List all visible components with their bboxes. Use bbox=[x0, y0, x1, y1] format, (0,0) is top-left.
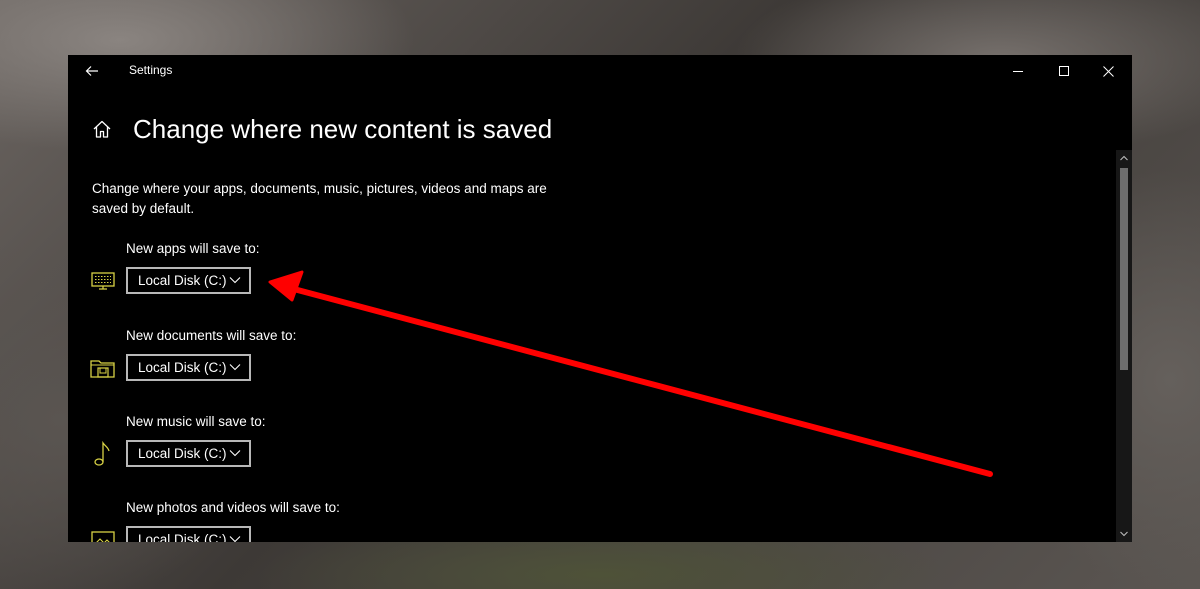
maximize-icon bbox=[1059, 66, 1069, 76]
chevron-down-icon bbox=[229, 536, 241, 542]
documents-folder-icon bbox=[90, 360, 115, 378]
music-note-icon bbox=[94, 440, 110, 466]
chevron-down-icon bbox=[229, 450, 241, 457]
documents-location-value: Local Disk (C:) bbox=[138, 360, 227, 375]
back-button[interactable] bbox=[80, 59, 104, 83]
music-location-dropdown[interactable]: Local Disk (C:) bbox=[126, 440, 251, 467]
home-icon[interactable] bbox=[92, 119, 112, 139]
page-header: Change where new content is saved bbox=[92, 109, 552, 149]
apps-save-label: New apps will save to: bbox=[126, 241, 260, 256]
scroll-up-icon[interactable] bbox=[1116, 150, 1132, 166]
close-icon bbox=[1102, 65, 1114, 77]
maximize-button[interactable] bbox=[1042, 55, 1086, 87]
photos-save-label: New photos and videos will save to: bbox=[126, 500, 340, 515]
music-location-value: Local Disk (C:) bbox=[138, 446, 227, 461]
apps-location-dropdown[interactable]: Local Disk (C:) bbox=[126, 267, 251, 294]
close-button[interactable] bbox=[1086, 55, 1130, 87]
settings-window: Settings Change where new content is sav… bbox=[68, 55, 1132, 542]
chevron-down-icon bbox=[229, 277, 241, 284]
scroll-down-icon[interactable] bbox=[1116, 526, 1132, 542]
photos-location-value: Local Disk (C:) bbox=[138, 532, 227, 542]
back-arrow-icon bbox=[85, 66, 98, 76]
documents-location-dropdown[interactable]: Local Disk (C:) bbox=[126, 354, 251, 381]
chevron-down-icon bbox=[229, 364, 241, 371]
minimize-button[interactable] bbox=[996, 55, 1040, 87]
vertical-scrollbar[interactable] bbox=[1116, 150, 1132, 542]
page-description: Change where your apps, documents, music… bbox=[92, 181, 547, 216]
apps-monitor-icon bbox=[91, 272, 115, 290]
photos-location-dropdown[interactable]: Local Disk (C:) bbox=[126, 526, 251, 542]
title-bar: Settings bbox=[68, 55, 1132, 87]
scroll-thumb[interactable] bbox=[1120, 168, 1128, 370]
documents-save-label: New documents will save to: bbox=[126, 328, 297, 343]
photos-icon bbox=[91, 531, 115, 542]
minimize-icon bbox=[1013, 71, 1023, 72]
window-title: Settings bbox=[129, 63, 173, 77]
music-save-label: New music will save to: bbox=[126, 414, 266, 429]
page-title: Change where new content is saved bbox=[133, 113, 553, 144]
apps-location-value: Local Disk (C:) bbox=[138, 273, 227, 288]
